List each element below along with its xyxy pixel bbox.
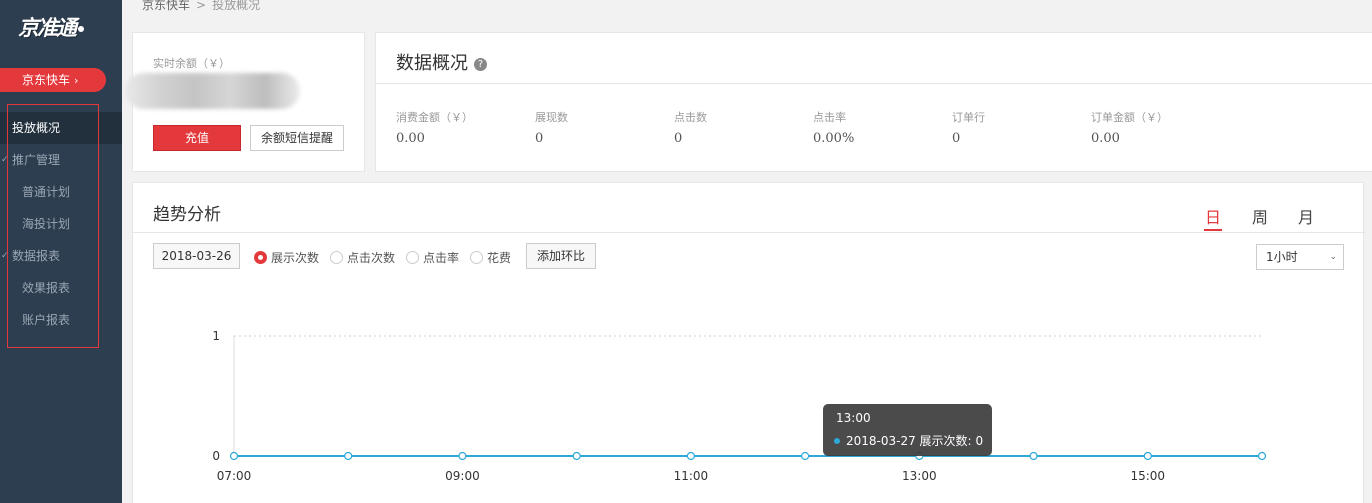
tooltip-row: 2018-03-27 展示次数: 0 xyxy=(834,432,983,449)
x-tick-label: 13:00 xyxy=(902,469,937,483)
chart-tooltip: 13:00 2018-03-27 展示次数: 0 xyxy=(823,404,992,456)
tooltip-series: 2018-03-27 展示次数: xyxy=(846,434,972,448)
x-tick-label: 11:00 xyxy=(674,469,709,483)
data-point xyxy=(572,451,581,461)
data-point xyxy=(686,451,695,461)
data-point xyxy=(458,451,467,461)
data-point xyxy=(229,451,239,461)
x-tick-label: 09:00 xyxy=(445,469,480,483)
data-point xyxy=(1143,451,1152,461)
tooltip-title: 13:00 xyxy=(836,411,871,425)
tooltip-value: 0 xyxy=(975,434,984,448)
x-tick-label: 15:00 xyxy=(1130,469,1165,483)
y-tick-label: 1 xyxy=(212,329,220,343)
series-dot-icon xyxy=(834,438,840,444)
x-tick-label: 07:00 xyxy=(217,469,252,483)
data-point xyxy=(1029,451,1038,461)
trend-chart[interactable]: 0 1 07:00 09:00 11:00 13:00 15:00 xyxy=(0,0,1372,503)
y-tick-label: 0 xyxy=(212,449,220,463)
data-point xyxy=(344,451,353,461)
data-point xyxy=(801,451,810,461)
data-point xyxy=(1257,451,1267,461)
